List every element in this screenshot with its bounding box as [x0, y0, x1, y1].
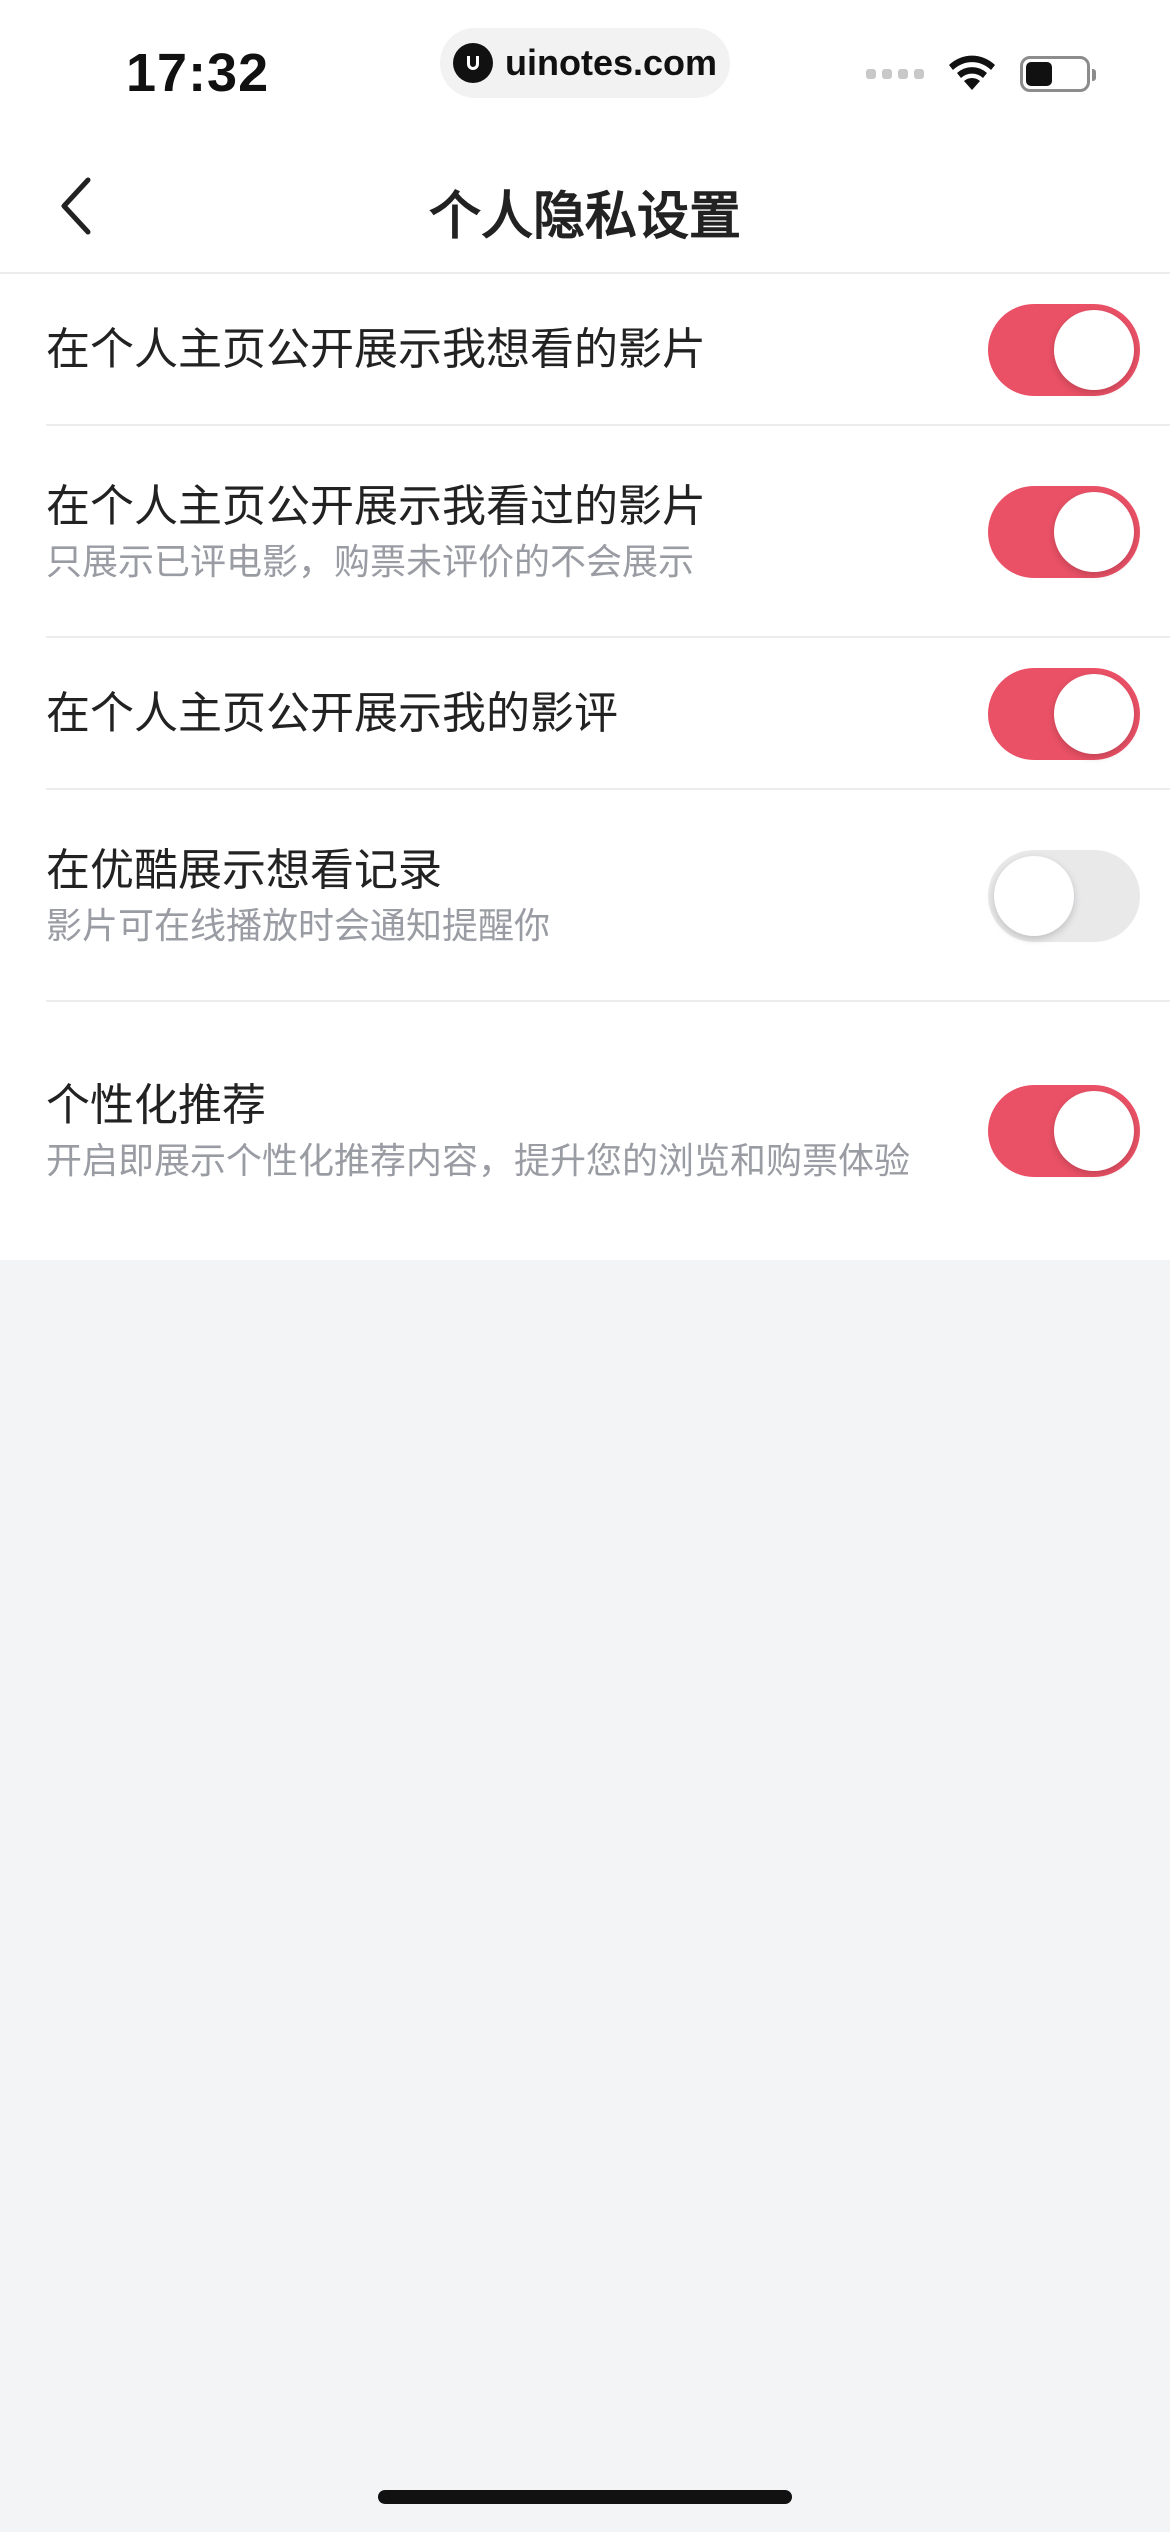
wifi-icon	[946, 52, 998, 96]
setting-row-personalized-recommendation: 个性化推荐 开启即展示个性化推荐内容，提升您的浏览和购票体验	[0, 1002, 1170, 1260]
setting-title: 在个人主页公开展示我看过的影片	[46, 481, 706, 532]
toggle-knob	[1054, 674, 1134, 754]
page-title: 个人隐私设置	[428, 187, 741, 247]
site-logo-icon	[452, 43, 493, 83]
navigation-bar: 个人隐私设置	[0, 140, 1170, 274]
setting-title: 在个人主页公开展示我想看的影片	[46, 324, 706, 375]
toggle-knob	[1054, 1091, 1134, 1171]
setting-title: 在个人主页公开展示我的影评	[46, 688, 618, 739]
url-text: uinotes.com	[504, 42, 718, 83]
setting-description: 开启即展示个性化推荐内容，提升您的浏览和购票体验	[46, 1141, 911, 1182]
toggle-personalized-recommendation[interactable]	[988, 1085, 1140, 1177]
setting-row-show-watched: 在个人主页公开展示我看过的影片 只展示已评电影，购票未评价的不会展示	[0, 426, 1170, 638]
toggle-show-want-to-watch[interactable]	[988, 304, 1140, 396]
toggle-knob	[1054, 492, 1134, 572]
status-time: 17:32	[126, 43, 270, 103]
setting-row-youku-want-to-watch: 在优酷展示想看记录 影片可在线播放时会通知提醒你	[0, 790, 1170, 1002]
status-icons	[866, 52, 1096, 96]
setting-row-show-want-to-watch: 在个人主页公开展示我想看的影片	[0, 274, 1170, 426]
cellular-signal-icon	[866, 69, 924, 79]
setting-description: 影片可在线播放时会通知提醒你	[46, 906, 551, 947]
setting-title: 在优酷展示想看记录	[46, 845, 442, 896]
toggle-show-reviews[interactable]	[988, 668, 1140, 760]
settings-list: 在个人主页公开展示我想看的影片 在个人主页公开展示我看过的影片 只展示已评电影，…	[0, 274, 1170, 1260]
toggle-show-watched[interactable]	[988, 486, 1140, 578]
battery-icon	[1020, 56, 1096, 92]
toggle-knob	[1054, 310, 1134, 390]
toggle-youku-want-to-watch[interactable]	[988, 850, 1140, 942]
status-bar: 17:32 uinotes.com	[0, 0, 1170, 140]
url-pill[interactable]: uinotes.com	[440, 28, 730, 98]
home-indicator	[378, 2490, 792, 2504]
setting-row-show-reviews: 在个人主页公开展示我的影评	[0, 638, 1170, 790]
toggle-knob	[994, 856, 1074, 936]
setting-description: 只展示已评电影，购票未评价的不会展示	[46, 542, 695, 583]
setting-title: 个性化推荐	[46, 1080, 266, 1131]
